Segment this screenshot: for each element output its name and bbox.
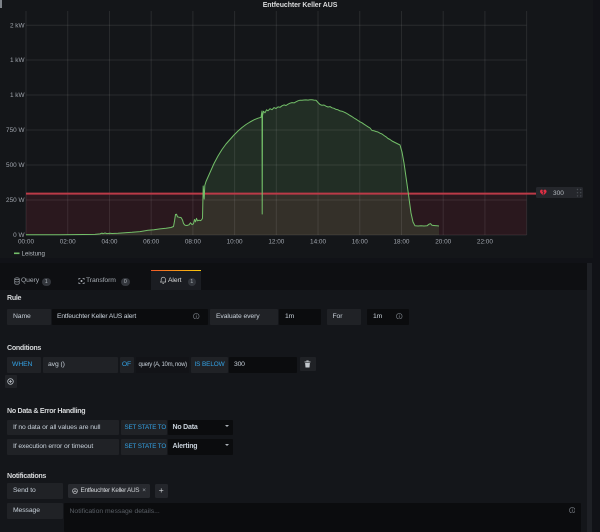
svg-text:00:00: 00:00 [18, 239, 34, 246]
svg-text:1 kW: 1 kW [10, 57, 26, 64]
svg-text:02:00: 02:00 [60, 239, 76, 246]
svg-text:14:00: 14:00 [310, 239, 326, 246]
svg-text:750 W: 750 W [6, 127, 25, 134]
svg-text:20:00: 20:00 [435, 239, 451, 246]
svg-text:22:00: 22:00 [477, 239, 493, 246]
svg-text:10:00: 10:00 [227, 239, 243, 246]
svg-text:18:00: 18:00 [393, 239, 409, 246]
svg-text:1 kW: 1 kW [10, 92, 26, 99]
svg-text:16:00: 16:00 [352, 239, 368, 246]
svg-text:12:00: 12:00 [268, 239, 284, 246]
svg-text:300: 300 [553, 190, 564, 197]
svg-text:250 W: 250 W [6, 197, 25, 204]
svg-text:08:00: 08:00 [185, 239, 201, 246]
svg-text:2 kW: 2 kW [10, 22, 26, 29]
svg-text:500 W: 500 W [6, 162, 25, 169]
svg-text:Leistung: Leistung [22, 251, 46, 258]
svg-text:06:00: 06:00 [143, 239, 159, 246]
svg-text:04:00: 04:00 [101, 239, 117, 246]
